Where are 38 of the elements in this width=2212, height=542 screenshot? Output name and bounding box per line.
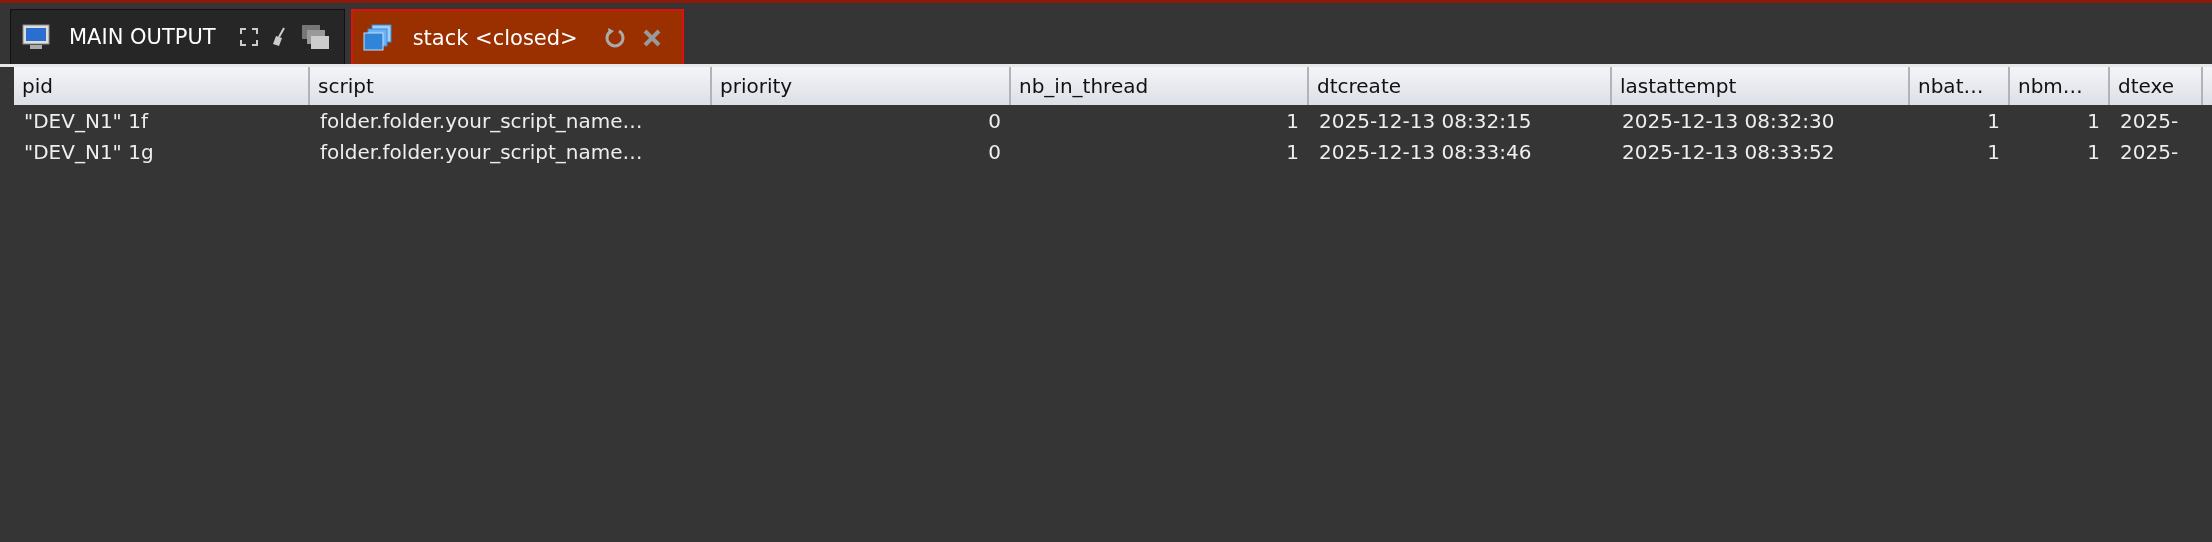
table-cell: 0 — [988, 139, 1001, 164]
table-cell: 2025-12-13 08:32:15 — [1319, 108, 1532, 133]
column-header[interactable]: script — [310, 67, 712, 105]
table-cell: 1 — [1987, 108, 2000, 133]
tab[interactable]: stack <closed> — [350, 9, 684, 64]
column-header[interactable]: pid — [14, 67, 310, 105]
table-cell: 1 — [2087, 139, 2100, 164]
windows-icon[interactable] — [299, 23, 330, 51]
table-cell: folder.folder.your_script_name… — [320, 108, 643, 133]
windows-icon — [362, 23, 393, 52]
close-icon[interactable] — [641, 27, 662, 48]
column-header[interactable]: lastattempt — [1612, 67, 1910, 105]
table-cell: "DEV_N1" 1f — [24, 108, 148, 133]
table-cell: 1 — [1987, 139, 2000, 164]
table-cell: 2025-12-13 08:33:52 — [1622, 139, 1835, 164]
monitor-icon — [21, 23, 51, 51]
column-header[interactable]: nbm… — [2010, 67, 2110, 105]
maximize-icon[interactable] — [239, 28, 258, 46]
column-header[interactable]: nbat… — [1910, 67, 2010, 105]
table-cell: 0 — [988, 108, 1001, 133]
refresh-icon[interactable] — [603, 26, 626, 49]
tab[interactable]: MAIN OUTPUT — [10, 9, 345, 64]
column-header[interactable]: dtexe — [2110, 67, 2203, 105]
column-header[interactable]: nb_in_thread — [1011, 67, 1309, 105]
tab-label: stack <closed> — [412, 25, 578, 50]
table-cell: 1 — [1286, 108, 1299, 133]
table-cell: 2025-12-13 08:33:46 — [1319, 139, 1532, 164]
table-cell: folder.folder.your_script_name… — [320, 139, 643, 164]
column-header[interactable]: dtcreate — [1309, 67, 1612, 105]
broom-icon[interactable] — [271, 27, 286, 47]
table-cell: 2025-12-13 08:32:30 — [1622, 108, 1835, 133]
table-cell: 1 — [1286, 139, 1299, 164]
tab-label: MAIN OUTPUT — [69, 25, 216, 49]
table-cell: 2025- — [2120, 139, 2179, 164]
table-cell: 1 — [2087, 108, 2100, 133]
column-header[interactable]: priority — [712, 67, 1011, 105]
table-cell: 2025- — [2120, 108, 2179, 133]
table-cell: "DEV_N1" 1g — [24, 139, 154, 164]
